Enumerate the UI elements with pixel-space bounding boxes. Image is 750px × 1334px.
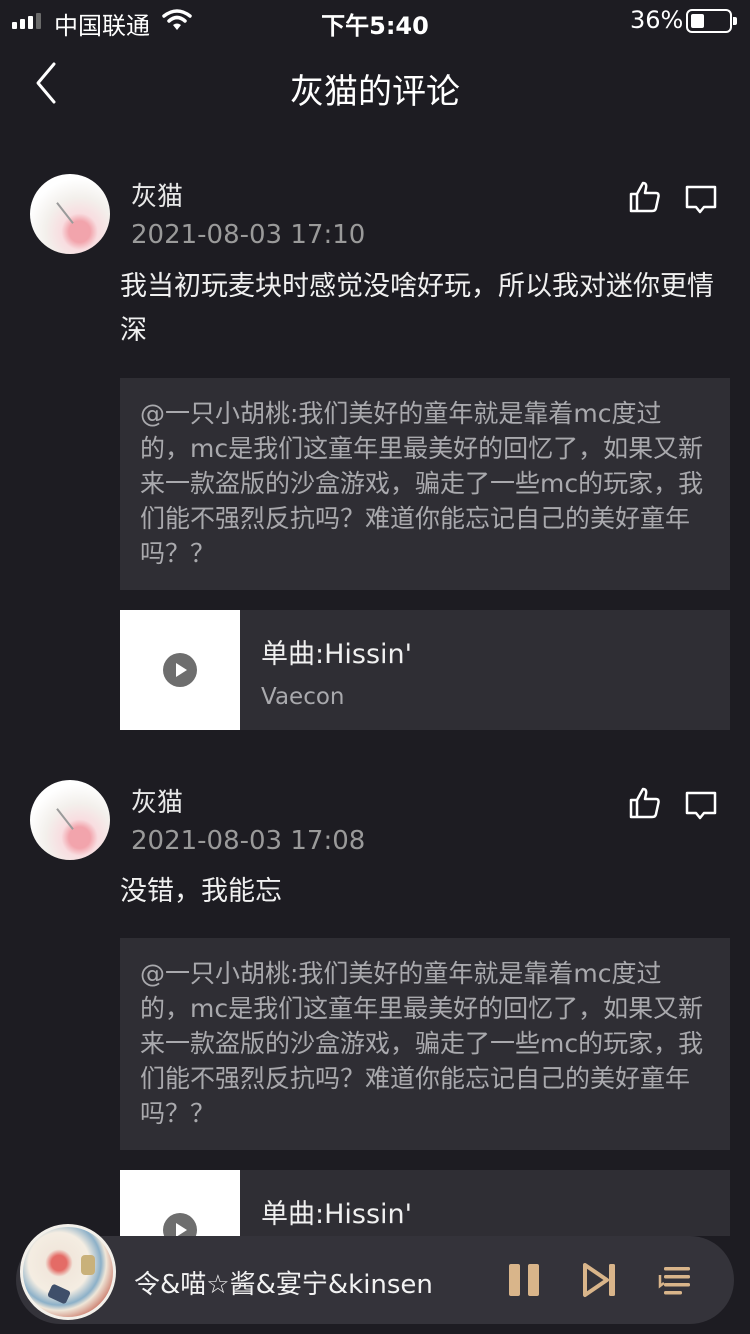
playlist-icon[interactable] [658,1262,694,1298]
comment-date: 2021-08-03 17:10 [131,220,366,250]
next-icon[interactable] [582,1262,618,1298]
song-title: 单曲:Hissin' [261,639,413,670]
album-art[interactable] [20,1224,116,1320]
comment-date: 2021-08-03 17:08 [131,826,366,856]
song-card[interactable]: 单曲:Hissin' Vaecon [120,610,730,730]
avatar[interactable] [30,174,110,254]
song-cover[interactable] [120,610,240,730]
battery-percentage: 36% [630,6,684,34]
comment-username[interactable]: 灰猫 [131,176,183,213]
header: 灰猫的评论 [0,44,750,128]
play-icon[interactable] [163,1213,197,1236]
comment-text: 没错，我能忘 [120,876,282,907]
song-title: 单曲:Hissin' [261,1199,413,1230]
reply-icon[interactable] [684,789,718,823]
page-title: 灰猫的评论 [290,72,460,112]
pause-icon[interactable] [506,1262,542,1298]
battery-icon [686,9,737,33]
comment-username[interactable]: 灰猫 [131,782,183,819]
avatar[interactable] [30,780,110,860]
quoted-comment[interactable]: @一只小胡桃:我们美好的童年就是靠着mc度过的，mc是我们这童年里最美好的回忆了… [120,938,730,1150]
quoted-comment[interactable]: @一只小胡桃:我们美好的童年就是靠着mc度过的，mc是我们这童年里最美好的回忆了… [120,378,730,590]
song-card[interactable]: 单曲:Hissin' [120,1170,730,1236]
like-icon[interactable] [628,180,662,214]
comment-text: 我当初玩麦块时感觉没啥好玩，所以我对迷你更情深 [120,271,714,346]
play-icon[interactable] [163,653,197,687]
song-artist: Vaecon [261,684,345,710]
song-cover[interactable] [120,1170,240,1236]
status-bar: 中国联通 下午5:40 36% [0,0,750,40]
reply-icon[interactable] [684,183,718,217]
track-name[interactable]: 令&喵☆酱&宴宁&kinsen [134,1264,433,1301]
like-icon[interactable] [628,786,662,820]
